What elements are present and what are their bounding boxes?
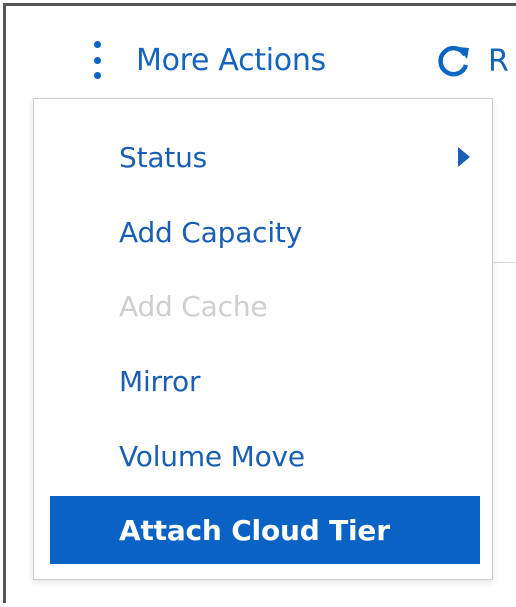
menu-item-label: Add Cache [119,289,268,323]
menu-item-label: Status [119,140,208,174]
divider [494,262,516,263]
menu-item-volume-move[interactable]: Volume Move [50,422,480,490]
toolbar: More Actions R [0,0,516,100]
refresh-button[interactable]: R [436,40,509,82]
menu-item-add-cache: Add Cache [50,272,480,340]
more-actions-label: More Actions [136,42,326,78]
more-actions-button[interactable]: More Actions [92,38,326,82]
refresh-label: R [488,43,509,79]
submenu-arrow-icon [458,147,470,167]
menu-item-label: Add Capacity [119,215,303,249]
menu-item-label: Mirror [119,364,201,398]
menu-item-label: Volume Move [119,439,305,473]
menu-item-mirror[interactable]: Mirror [50,347,480,415]
kebab-vertical-icon [92,41,102,79]
more-actions-menu: Status Add Capacity Add Cache Mirror Vol… [33,98,493,580]
menu-item-label: Attach Cloud Tier [119,513,390,547]
menu-item-attach-cloud-tier[interactable]: Attach Cloud Tier [50,496,480,564]
refresh-icon [438,45,469,77]
menu-item-add-capacity[interactable]: Add Capacity [50,198,480,266]
menu-item-status[interactable]: Status [50,123,480,191]
